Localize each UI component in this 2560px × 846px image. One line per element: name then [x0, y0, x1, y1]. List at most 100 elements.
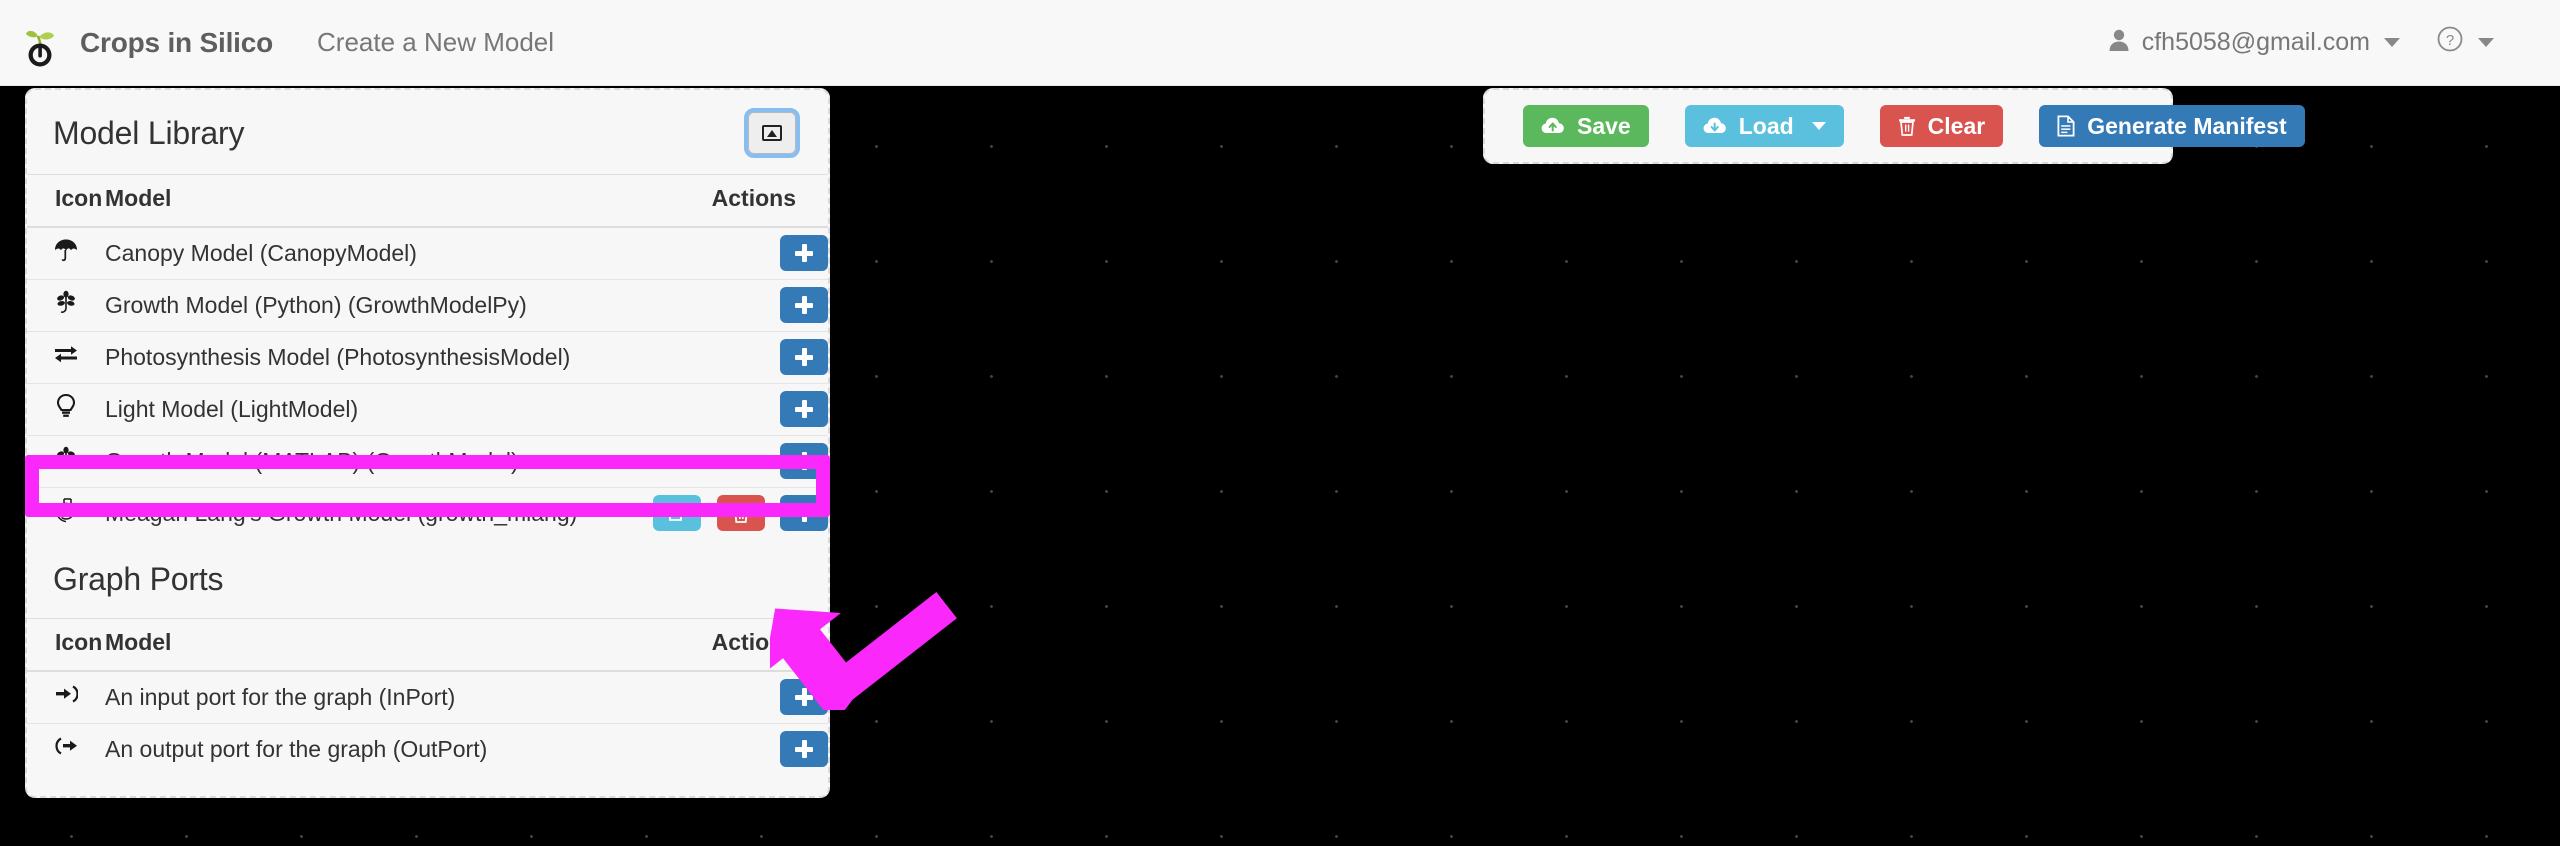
model-library-panel: Model Library Icon Model Actions Canopy … — [25, 88, 830, 798]
column-header-actions: Actions — [659, 618, 828, 672]
umbrella-icon — [27, 226, 105, 279]
top-navbar: Crops in Silico Create a New Model cfh50… — [0, 0, 2560, 86]
exchange-icon — [27, 330, 105, 383]
column-header-icon: Icon — [27, 174, 105, 228]
graph-ports-table-head: Icon Model Actions — [27, 618, 828, 672]
brand-title: Crops in Silico — [80, 26, 274, 58]
chevron-down-icon — [2384, 38, 2400, 47]
model-label: Light Model (LightModel) — [105, 382, 626, 435]
load-button-label: Load — [1738, 112, 1794, 139]
brand-group[interactable]: Crops in Silico — [0, 0, 273, 85]
sprout-power-logo-icon — [14, 17, 66, 69]
table-row[interactable]: An output port for the graph (OutPort) — [27, 722, 828, 775]
column-header-icon: Icon — [27, 618, 105, 672]
plus-icon — [795, 348, 813, 366]
add-port-button[interactable] — [780, 731, 828, 768]
clear-button[interactable]: Clear — [1879, 105, 2004, 147]
graph-toolbar-panel: Save Load Clear Generate Manifest — [1483, 88, 2305, 164]
sign-in-icon — [27, 670, 105, 723]
leaf-icon — [27, 278, 105, 331]
model-label: Meagan Lang's Growth Model (growth_mlang… — [105, 486, 626, 539]
load-button[interactable]: Load — [1684, 105, 1844, 147]
row-actions — [625, 486, 828, 539]
graph-ports-rows: An input port for the graph (InPort) An … — [27, 670, 828, 775]
plus-icon — [795, 688, 813, 707]
table-row[interactable]: Canopy Model (CanopyModel) — [27, 226, 828, 279]
graph-ports-header: Graph Ports — [27, 539, 828, 618]
model-library-rows: Canopy Model (CanopyModel) Growth Model … — [27, 226, 828, 539]
page-subtitle[interactable]: Create a New Model — [317, 27, 554, 58]
table-row-highlighted[interactable]: Meagan Lang's Growth Model (growth_mlang… — [27, 486, 828, 539]
row-actions — [625, 434, 828, 487]
column-header-model: Model — [105, 618, 660, 672]
model-library-header: Model Library — [27, 90, 828, 174]
plus-icon — [795, 400, 813, 418]
add-model-button[interactable] — [780, 235, 828, 272]
table-header-row: Icon Model Actions — [27, 174, 828, 228]
column-header-model: Model — [105, 174, 626, 228]
add-model-button[interactable] — [780, 443, 828, 479]
add-model-button[interactable] — [780, 339, 828, 375]
model-label: Photosynthesis Model (PhotosynthesisMode… — [105, 330, 626, 383]
table-header-row: Icon Model Actions — [27, 618, 828, 672]
model-library-title: Model Library — [53, 114, 245, 151]
trash-icon — [732, 504, 749, 524]
cloud-download-icon — [1703, 116, 1727, 136]
fingerprint-icon — [27, 486, 105, 539]
leaf-icon — [27, 434, 105, 487]
edit-model-button[interactable] — [653, 495, 702, 532]
trash-icon — [1898, 116, 1916, 136]
row-actions — [625, 278, 828, 331]
plus-icon — [795, 504, 813, 523]
user-menu[interactable]: cfh5058@gmail.com — [2090, 0, 2418, 85]
user-email-label: cfh5058@gmail.com — [2141, 28, 2370, 56]
help-menu[interactable]: ? — [2418, 0, 2512, 85]
plus-icon — [795, 244, 813, 263]
table-row[interactable]: Growth Model (Python) (GrowthModelPy) — [27, 278, 828, 331]
navbar-right-group: cfh5058@gmail.com ? — [2090, 0, 2512, 85]
clear-button-label: Clear — [1927, 112, 1986, 139]
pencil-square-icon — [669, 505, 684, 522]
model-label: Growth Model (MATLAB) (GrowthModel) — [105, 434, 626, 487]
table-row[interactable]: Light Model (LightModel) — [27, 382, 828, 435]
add-port-button[interactable] — [780, 679, 828, 716]
table-row[interactable]: An input port for the graph (InPort) — [27, 670, 828, 723]
cloud-upload-icon — [1541, 116, 1565, 136]
delete-model-button[interactable] — [716, 495, 765, 532]
plus-icon — [795, 296, 813, 314]
port-label: An input port for the graph (InPort) — [105, 670, 660, 723]
column-header-actions: Actions — [625, 174, 828, 228]
svg-text:?: ? — [2446, 32, 2454, 49]
row-actions — [625, 226, 828, 279]
table-row[interactable]: Photosynthesis Model (PhotosynthesisMode… — [27, 330, 828, 383]
add-model-button[interactable] — [780, 391, 828, 427]
add-model-button[interactable] — [780, 287, 828, 323]
generate-manifest-button-label: Generate Manifest — [2087, 112, 2287, 139]
graph-ports-title: Graph Ports — [53, 561, 224, 597]
row-actions — [625, 382, 828, 435]
save-button[interactable]: Save — [1523, 105, 1649, 147]
plus-icon — [795, 452, 813, 470]
file-text-icon — [2057, 115, 2075, 137]
graph-ports-table: Icon Model Actions An input port for the… — [27, 618, 828, 775]
model-library-table-head: Icon Model Actions — [27, 174, 828, 228]
table-row[interactable]: Growth Model (MATLAB) (GrowthModel) — [27, 434, 828, 487]
model-library-table: Icon Model Actions Canopy Model (CanopyM… — [27, 174, 828, 539]
plus-icon — [795, 740, 813, 759]
question-circle-icon: ? — [2436, 25, 2464, 60]
chevron-down-icon — [2478, 38, 2494, 47]
row-actions — [659, 670, 828, 723]
row-actions — [659, 722, 828, 775]
chevron-down-icon — [1811, 122, 1826, 130]
model-library-section: Model Library Icon Model Actions Canopy … — [27, 90, 828, 539]
model-label: Growth Model (Python) (GrowthModelPy) — [105, 278, 626, 331]
user-icon — [2108, 28, 2130, 57]
lightbulb-icon — [27, 382, 105, 435]
generate-manifest-button[interactable]: Generate Manifest — [2039, 105, 2305, 147]
add-model-button[interactable] — [780, 495, 828, 532]
port-label: An output port for the graph (OutPort) — [105, 722, 660, 775]
collapse-window-icon — [762, 125, 782, 141]
collapse-window-icon-button[interactable] — [744, 108, 800, 158]
sign-out-icon — [27, 722, 105, 775]
save-button-label: Save — [1577, 112, 1631, 139]
